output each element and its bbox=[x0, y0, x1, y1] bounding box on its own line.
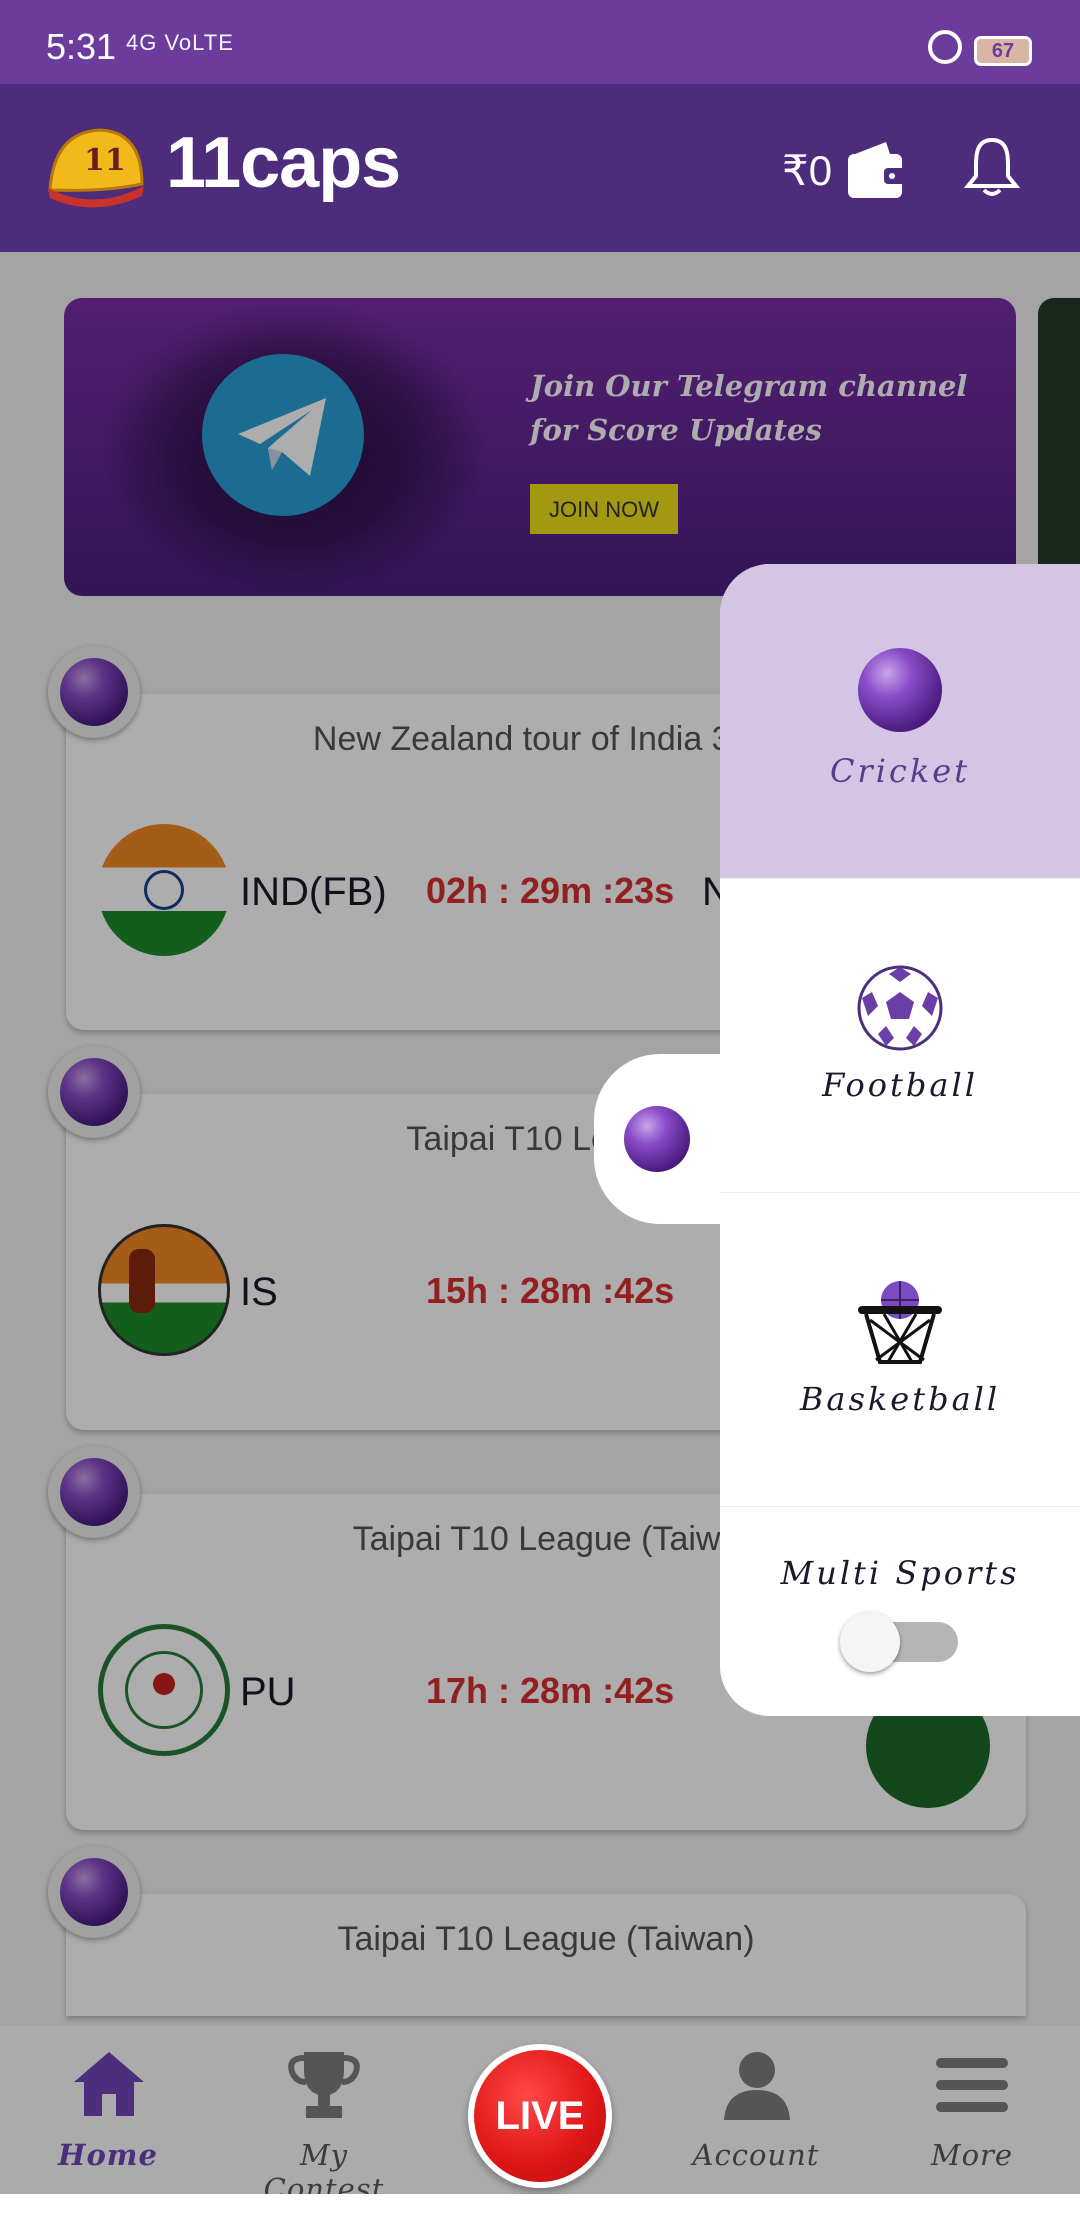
status-time: 5:31 bbox=[46, 26, 117, 67]
alarm-icon bbox=[928, 30, 962, 64]
cricket-ball-icon bbox=[624, 1106, 690, 1172]
multi-sports-toggle-knob[interactable] bbox=[840, 1612, 900, 1672]
sport-label: Football bbox=[822, 1066, 978, 1104]
multi-sports-label: Multi Sports bbox=[780, 1554, 1020, 1592]
football-icon bbox=[857, 965, 943, 1051]
nav-more[interactable]: More bbox=[892, 2026, 1052, 2194]
menu-icon bbox=[936, 2058, 1008, 2112]
notification-bell-icon[interactable] bbox=[964, 136, 1020, 198]
sport-selector-panel: Cricket Football Basketball Multi Sports bbox=[720, 564, 1080, 1716]
account-icon bbox=[724, 2052, 790, 2120]
battery-icon: 67 bbox=[974, 36, 1032, 66]
sport-label: Basketball bbox=[799, 1380, 1001, 1418]
live-button[interactable]: LIVE bbox=[468, 2044, 612, 2188]
nav-account[interactable]: Account bbox=[676, 2026, 836, 2194]
system-nav-area bbox=[0, 2194, 1080, 2222]
nav-label: Home bbox=[58, 2138, 158, 2172]
sport-option-cricket[interactable]: Cricket bbox=[720, 564, 1080, 879]
status-bar: 5:31 4G VoLTE 67 bbox=[0, 0, 1080, 84]
logo-cap-icon: 11 bbox=[48, 128, 144, 208]
basketball-icon bbox=[858, 1281, 942, 1364]
sport-option-basketball[interactable]: Basketball bbox=[720, 1192, 1080, 1507]
nav-home[interactable]: Home bbox=[28, 2026, 188, 2194]
wallet-balance[interactable]: ₹0 bbox=[782, 146, 832, 195]
logo-badge: 11 bbox=[84, 143, 126, 178]
app-header bbox=[0, 84, 1080, 252]
trophy-icon bbox=[288, 2052, 360, 2118]
wallet-icon[interactable] bbox=[846, 138, 908, 200]
sport-option-football[interactable]: Football bbox=[720, 878, 1080, 1193]
home-icon bbox=[74, 2052, 144, 2116]
nav-my-contest[interactable]: My Contest bbox=[244, 2026, 404, 2206]
sport-label: Cricket bbox=[829, 752, 971, 790]
network-indicator: 4G VoLTE bbox=[126, 30, 234, 55]
nav-label: More bbox=[930, 2138, 1014, 2172]
cricket-ball-icon bbox=[858, 648, 942, 732]
nav-label: Account bbox=[692, 2138, 820, 2172]
app-logo-text: 11caps bbox=[166, 123, 401, 203]
